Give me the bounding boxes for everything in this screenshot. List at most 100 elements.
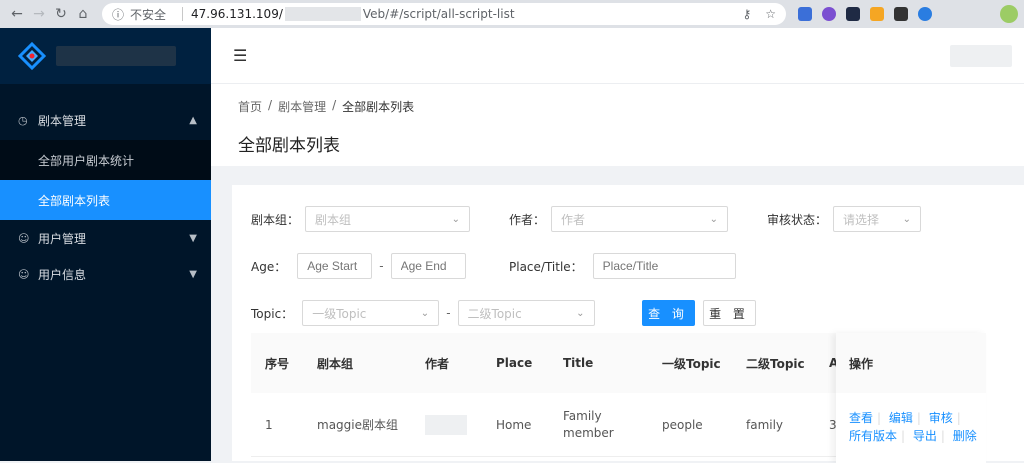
sidebar-item-user-info[interactable]: ☺ 用户信息 ▼: [0, 256, 211, 292]
actions-column: 操作 查看 | 编辑 | 审核 | 所有版本 | 导出 | 删除: [836, 333, 986, 463]
chevron-up-icon: ▲: [189, 114, 197, 126]
view-link[interactable]: 查看: [849, 411, 873, 425]
sidebar-submenu: 全部用户剧本统计 全部剧本列表: [0, 140, 211, 220]
edit-link[interactable]: 编辑: [889, 411, 913, 425]
chevron-down-icon: ⌄: [902, 213, 912, 225]
row-actions: 查看 | 编辑 | 审核 | 所有版本 | 导出 | 删除: [849, 411, 977, 443]
reload-icon[interactable]: ↻: [50, 3, 72, 25]
row-topic2: family: [746, 417, 784, 432]
filter-age: Age： -: [251, 253, 466, 279]
top-header: ☰: [211, 28, 1024, 84]
sidebar-item-label: 剧本管理: [38, 113, 87, 128]
export-link[interactable]: 导出: [913, 429, 937, 443]
column-header: 剧本组: [317, 356, 354, 371]
breadcrumb-script-management[interactable]: 剧本管理: [278, 98, 326, 115]
column-header: Place: [496, 356, 533, 370]
chevron-down-icon: ▼: [189, 232, 197, 244]
column-header: 序号: [265, 356, 290, 371]
review-link[interactable]: 审核: [929, 411, 953, 425]
extensions-bar: [798, 7, 932, 21]
forward-icon[interactable]: →: [28, 3, 50, 25]
reset-button[interactable]: 重 置: [702, 300, 756, 326]
row-topic1: people: [662, 417, 703, 432]
topic-level1-select[interactable]: 一级Topic ⌄: [302, 300, 440, 326]
info-icon: ⓘ: [112, 7, 125, 22]
extension-icon[interactable]: [846, 7, 860, 21]
sidebar-item-label: 全部剧本列表: [38, 193, 111, 208]
row-author-redacted: [425, 414, 467, 435]
place-title-input[interactable]: [592, 253, 736, 279]
sidebar-item-user-management[interactable]: ☺ 用户管理 ▼: [0, 220, 211, 256]
all-versions-link[interactable]: 所有版本: [849, 429, 897, 443]
group-label: 剧本组：: [251, 212, 300, 227]
sidebar: ◷ 剧本管理 ▲ 全部用户剧本统计 全部剧本列表 ☺ 用户管理 ▼ ☺ 用户信息…: [0, 28, 211, 461]
filter-author: 作者： 作者 ⌄: [509, 206, 729, 232]
sidebar-item-script-management[interactable]: ◷ 剧本管理 ▲: [0, 100, 211, 140]
column-header: 作者: [425, 356, 450, 371]
script-table: 序号 剧本组 作者 Place Title 一级Topic 二级Topic A …: [251, 333, 986, 463]
chevron-down-icon: ▼: [189, 268, 197, 280]
chevron-down-icon: ⌄: [576, 307, 585, 319]
qr-icon[interactable]: [894, 7, 908, 21]
group-select[interactable]: 剧本组 ⌄: [305, 206, 471, 232]
filter-review: 审核状态： 请选择 ⌄: [767, 206, 922, 232]
star-icon[interactable]: ☆: [765, 7, 776, 21]
breadcrumb: 首页 / 剧本管理 / 全部剧本列表: [238, 98, 415, 115]
page-header: 首页 / 剧本管理 / 全部剧本列表 全部剧本列表: [211, 84, 1024, 166]
home-icon[interactable]: ⌂: [72, 3, 94, 25]
url-redacted: [284, 7, 361, 21]
sidebar-logo[interactable]: [0, 28, 211, 84]
age-label: Age：: [251, 259, 287, 274]
extension-icon[interactable]: [918, 7, 932, 21]
brand-name-redacted: [56, 46, 176, 66]
breadcrumb-home[interactable]: 首页: [238, 98, 262, 115]
sidebar-item-all-scripts[interactable]: 全部剧本列表: [0, 180, 211, 220]
row-place: Home: [496, 417, 532, 432]
review-status-select[interactable]: 请选择 ⌄: [833, 206, 922, 232]
menu-fold-icon[interactable]: ☰: [233, 46, 247, 65]
chevron-down-icon: ⌄: [451, 213, 461, 225]
column-header: 操作: [836, 333, 986, 393]
delete-link[interactable]: 删除: [953, 429, 977, 443]
place-label: Place/Title：: [509, 259, 583, 274]
page-title: 全部剧本列表: [238, 136, 340, 156]
extension-icon[interactable]: [798, 7, 812, 21]
age-start-input[interactable]: [297, 253, 373, 279]
extension-icon[interactable]: [870, 7, 884, 21]
user-avatar-redacted[interactable]: [950, 44, 1012, 67]
profile-avatar[interactable]: [1000, 5, 1018, 23]
filter-group: 剧本组： 剧本组 ⌄: [251, 206, 471, 232]
breadcrumb-current: 全部剧本列表: [342, 100, 415, 114]
chevron-down-icon: ⌄: [709, 213, 719, 225]
browser-toolbar: ← → ↻ ⌂ ⓘ 不安全 47.96.131.109/ Veb/#/scrip…: [0, 0, 1024, 28]
topic-label: Topic：: [251, 306, 294, 321]
topic-level2-select[interactable]: 二级Topic ⌄: [457, 300, 595, 326]
row-group: maggie剧本组: [317, 418, 398, 432]
chevron-down-icon: ⌄: [420, 307, 430, 319]
age-end-input[interactable]: [390, 253, 466, 279]
user-icon: ☺: [18, 267, 30, 281]
key-icon[interactable]: ⚷: [742, 7, 751, 21]
sidebar-item-label: 全部用户剧本统计: [38, 153, 135, 168]
filter-place: Place/Title：: [509, 253, 736, 279]
insecure-label: 不安全: [130, 7, 167, 22]
sidebar-item-user-script-stats[interactable]: 全部用户剧本统计: [0, 140, 211, 180]
author-label: 作者：: [509, 212, 546, 227]
column-header: 二级Topic: [746, 356, 805, 371]
sidebar-item-label: 用户信息: [38, 267, 87, 282]
dashboard-icon: ◷: [18, 113, 28, 127]
extension-icon[interactable]: [822, 7, 836, 21]
filter-topic: Topic： 一级Topic ⌄ - 二级Topic ⌄ 查 询 重 置: [251, 300, 756, 326]
row-index: 1: [265, 417, 273, 432]
author-select[interactable]: 作者 ⌄: [551, 206, 729, 232]
query-button[interactable]: 查 询: [641, 300, 695, 326]
review-label: 审核状态：: [767, 212, 828, 227]
user-icon: ☺: [18, 231, 30, 245]
row-title: Family member: [563, 408, 614, 440]
url-host: 47.96.131.109/: [191, 7, 283, 21]
logo-icon: [18, 42, 46, 70]
column-header: 一级Topic: [662, 356, 721, 371]
back-icon[interactable]: ←: [6, 3, 28, 25]
address-bar[interactable]: ⓘ 不安全 47.96.131.109/ Veb/#/script/all-sc…: [102, 3, 786, 25]
url-path: Veb/#/script/all-script-list: [362, 7, 515, 21]
